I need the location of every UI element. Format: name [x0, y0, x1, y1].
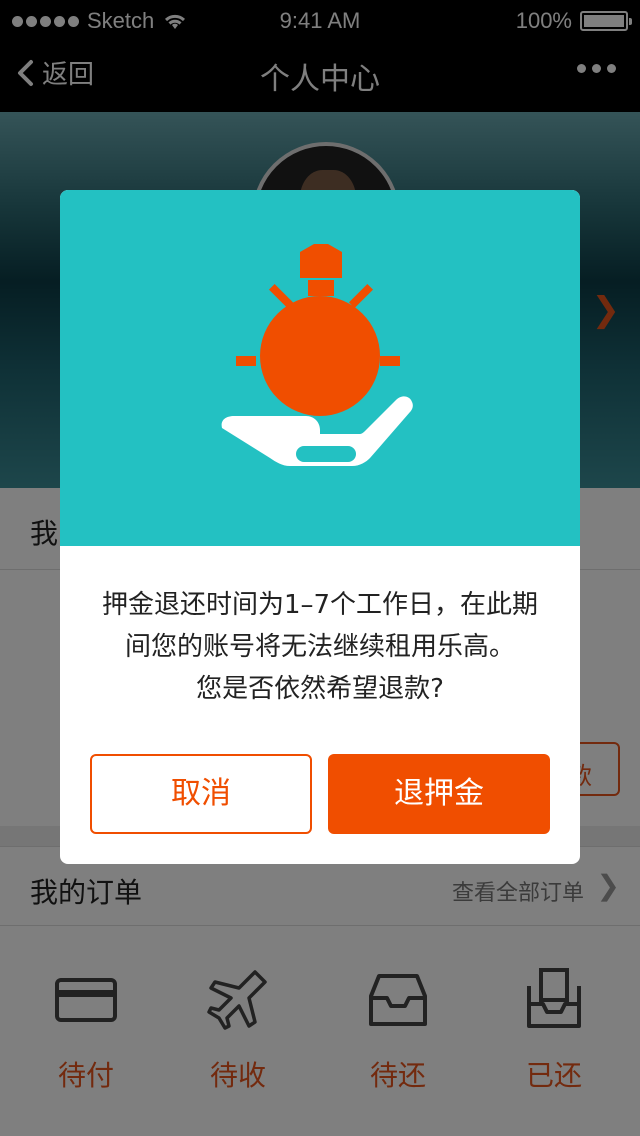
cancel-button[interactable]: 取消: [90, 754, 312, 834]
dialog-message-line: 您是否依然希望退款?: [196, 674, 444, 704]
dialog-header: [60, 190, 580, 546]
dialog-message-line: 押金退还时间为1–7个工作日，在此期: [101, 590, 539, 620]
refund-confirm-dialog: 押金退还时间为1–7个工作日，在此期 间您的账号将无法继续租用乐高。 您是否依然…: [60, 190, 580, 864]
dialog-message-line: 间您的账号将无法继续租用乐高。: [124, 632, 515, 662]
refund-deposit-button[interactable]: 退押金: [328, 754, 550, 834]
money-bag-hand-icon: [221, 244, 413, 466]
dialog-message: 押金退还时间为1–7个工作日，在此期 间您的账号将无法继续租用乐高。 您是否依然…: [80, 584, 560, 710]
